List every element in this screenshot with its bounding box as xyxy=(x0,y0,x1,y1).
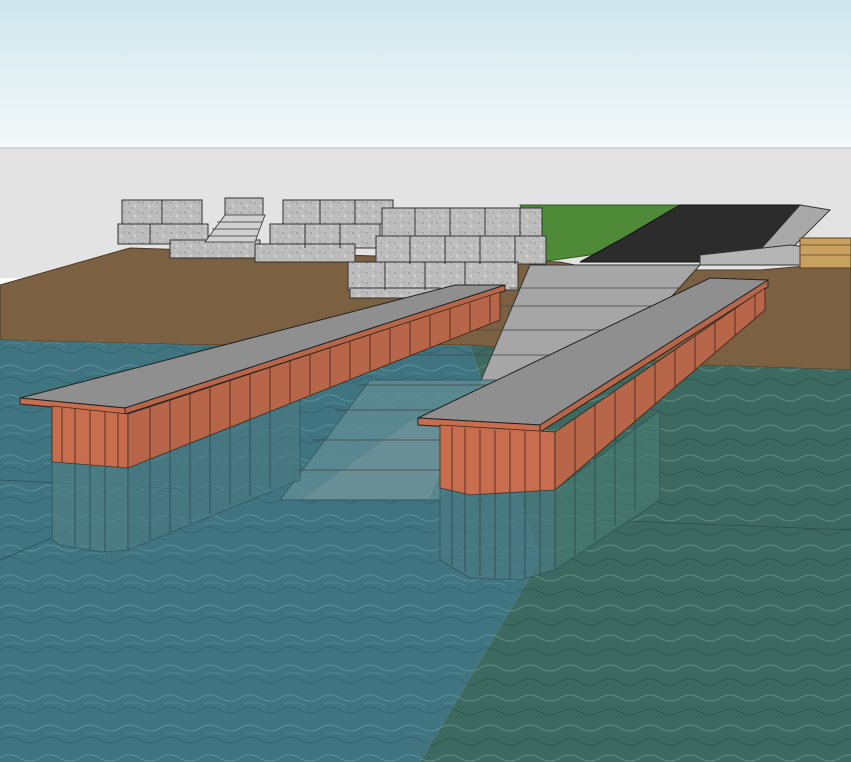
sky xyxy=(0,0,851,148)
boat-ramp-3d-model xyxy=(0,0,851,762)
wood-stack-right xyxy=(799,237,851,269)
sketchup-viewport xyxy=(0,0,851,762)
